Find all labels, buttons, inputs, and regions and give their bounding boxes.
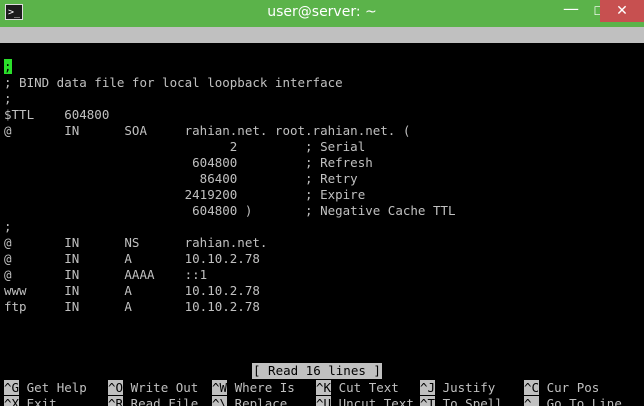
- shortcut-cut-text[interactable]: ^K Cut Text: [316, 380, 399, 396]
- editor-line[interactable]: @ IN SOA rahian.net. root.rahian.net. (: [4, 123, 410, 139]
- status-message: [ Read 16 lines ]: [252, 363, 382, 379]
- shortcut-go-to-line[interactable]: ^_ Go To Line: [524, 396, 622, 406]
- shortcut-justify[interactable]: ^J Justify: [420, 380, 495, 396]
- editor-line[interactable]: ; BIND data file for local loopback inte…: [4, 75, 343, 91]
- editor-line[interactable]: 86400 ; Retry: [4, 171, 358, 187]
- editor-line[interactable]: @ IN A 10.10.2.78: [4, 251, 260, 267]
- editor-line[interactable]: ;: [4, 219, 12, 235]
- editor-line[interactable]: $TTL 604800: [4, 107, 109, 123]
- editor-line[interactable]: @ IN NS rahian.net.: [4, 235, 267, 251]
- editor-line[interactable]: @ IN AAAA ::1: [4, 267, 207, 283]
- shortcut-get-help[interactable]: ^G Get Help: [4, 380, 87, 396]
- editor-line[interactable]: 604800 ) ; Negative Cache TTL: [4, 203, 455, 219]
- terminal-window: >_ user@server: ~ — ☐ ✕ GNU nano 3.2 db.…: [0, 0, 644, 406]
- shortcut-to-spell[interactable]: ^T To Spell: [420, 396, 503, 406]
- nano-version: GNU nano 3.2: [20, 43, 111, 58]
- nano-header-bar: GNU nano 3.2 db.domain: [0, 27, 644, 74]
- shortcut-uncut-text[interactable]: ^U Uncut Text: [316, 396, 414, 406]
- shortcut-exit[interactable]: ^X Exit: [4, 396, 57, 406]
- title-bar[interactable]: >_ user@server: ~ — ☐ ✕: [0, 0, 644, 27]
- shortcut-where-is[interactable]: ^W Where Is: [212, 380, 295, 396]
- close-button[interactable]: ✕: [600, 0, 644, 22]
- editor-line[interactable]: ;: [4, 59, 12, 75]
- shortcut-write-out[interactable]: ^O Write Out: [108, 380, 198, 396]
- shortcut-replace[interactable]: ^\ Replace: [212, 396, 287, 406]
- shortcut-read-file[interactable]: ^R Read File: [108, 396, 198, 406]
- file-name: db.domain: [301, 59, 369, 74]
- terminal-area[interactable]: GNU nano 3.2 db.domain ; ; BIND data fil…: [0, 27, 644, 406]
- editor-line[interactable]: ftp IN A 10.10.2.78: [4, 299, 260, 315]
- editor-line[interactable]: 2 ; Serial: [4, 139, 365, 155]
- editor-line[interactable]: www IN A 10.10.2.78: [4, 283, 260, 299]
- window-title: user@server: ~: [267, 4, 377, 20]
- text-cursor: ;: [4, 59, 12, 74]
- editor-line[interactable]: ;: [4, 91, 12, 107]
- minimize-button[interactable]: —: [557, 0, 585, 22]
- shortcut-cur-pos[interactable]: ^C Cur Pos: [524, 380, 599, 396]
- editor-line[interactable]: 2419200 ; Expire: [4, 187, 366, 203]
- editor-line[interactable]: 604800 ; Refresh: [4, 155, 373, 171]
